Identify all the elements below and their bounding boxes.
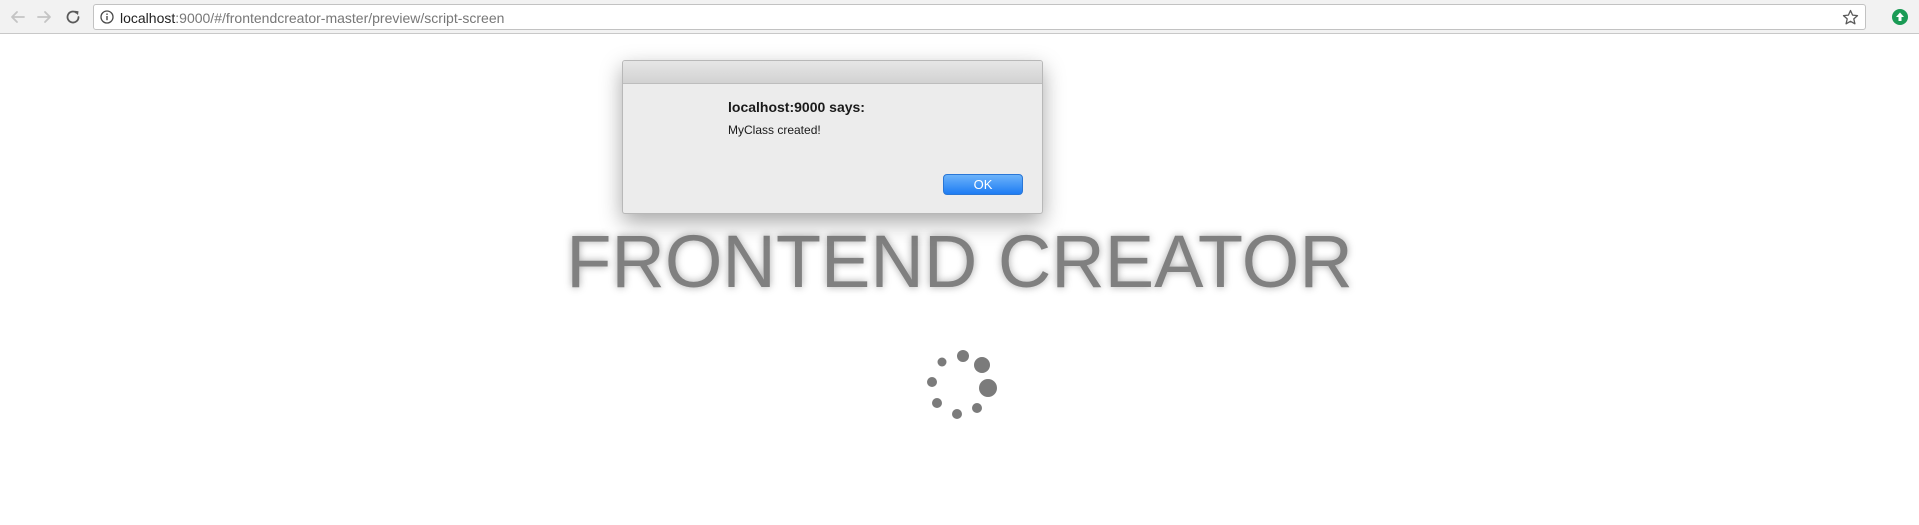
alert-dialog: localhost:9000 says: MyClass created! OK	[622, 60, 1043, 214]
spinner-dot	[979, 379, 997, 397]
loading-spinner-icon	[927, 350, 997, 419]
spinner-dot	[932, 398, 942, 408]
dialog-message: MyClass created!	[728, 123, 821, 137]
spinner-dot	[957, 350, 969, 362]
reload-icon	[66, 10, 80, 24]
ok-button[interactable]: OK	[943, 174, 1023, 195]
info-icon[interactable]	[100, 10, 114, 24]
arrow-left-icon	[11, 11, 25, 23]
spinner-dot	[972, 403, 982, 413]
dialog-titlebar[interactable]	[623, 61, 1042, 84]
address-bar[interactable]: localhost:9000/#/frontendcreator-master/…	[93, 4, 1866, 30]
spinner-dot	[927, 377, 937, 387]
reload-button[interactable]	[62, 6, 84, 28]
spinner-dot	[937, 357, 947, 367]
extension-icon[interactable]	[1891, 8, 1909, 26]
spinner-dot	[952, 409, 962, 419]
arrow-right-icon	[37, 11, 51, 23]
spinner-dot	[974, 357, 990, 373]
back-button[interactable]	[7, 6, 29, 28]
url-host: localhost	[120, 10, 176, 26]
page-title: FRONTEND CREATOR	[566, 220, 1353, 303]
url-text[interactable]: localhost:9000/#/frontendcreator-master/…	[120, 10, 504, 26]
dialog-title: localhost:9000 says:	[728, 99, 865, 115]
star-icon[interactable]	[1842, 9, 1859, 26]
browser-toolbar: localhost:9000/#/frontendcreator-master/…	[0, 0, 1919, 34]
forward-button[interactable]	[33, 6, 55, 28]
url-path: :9000/#/frontendcreator-master/preview/s…	[175, 10, 505, 26]
